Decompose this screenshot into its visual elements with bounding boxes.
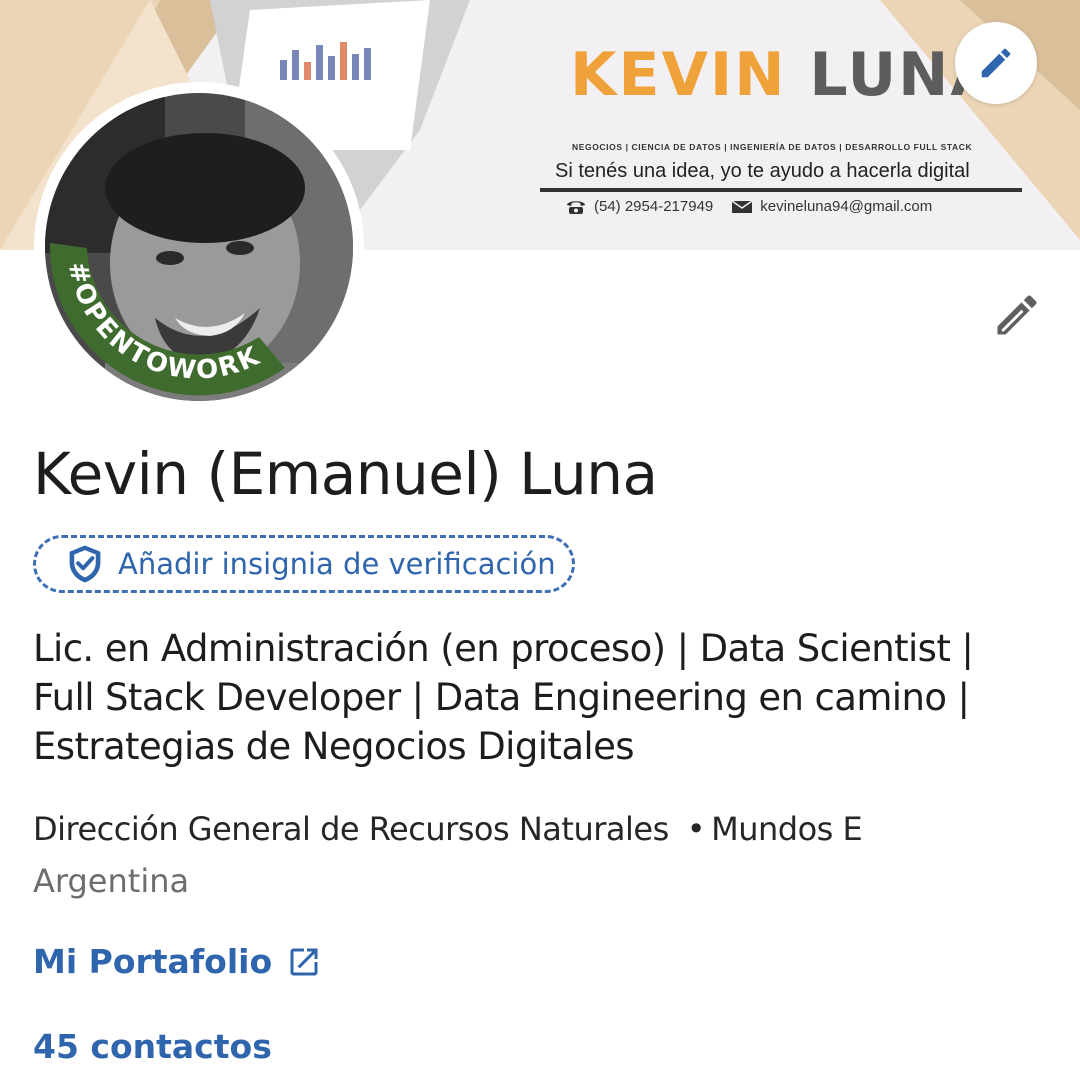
shield-check-icon [66, 544, 104, 584]
company-separator: • [686, 810, 706, 848]
company-name: Dirección General de Recursos Naturales [33, 810, 669, 848]
brand-first-name: KEVIN [570, 40, 787, 110]
company-second: Mundos E [711, 810, 863, 848]
portfolio-link[interactable]: Mi Portafolio [33, 942, 322, 981]
email-address: kevineluna94@gmail.com [760, 198, 933, 215]
profile-name: Kevin (Emanuel) Luna [33, 440, 658, 508]
contacts-count-link[interactable]: 45 contactos [33, 1027, 272, 1066]
phone-icon [565, 199, 587, 215]
profile-company: Dirección General de Recursos Naturales •… [33, 810, 863, 848]
brand-name: KEVIN LUNA [570, 40, 999, 110]
edit-banner-button[interactable] [955, 22, 1037, 104]
profile-avatar[interactable]: #OPENTOWORK [34, 82, 364, 412]
brand-contact: (54) 2954-217949 kevineluna94@gmail.com [565, 198, 932, 215]
open-to-work-badge: #OPENTOWORK [49, 243, 286, 396]
external-link-icon [286, 944, 322, 980]
brand-tagline: NEGOCIOS | CIENCIA DE DATOS | INGENIERÍA… [572, 142, 973, 152]
mail-icon [731, 199, 753, 215]
avatar-photo: #OPENTOWORK [45, 93, 353, 401]
portfolio-label: Mi Portafolio [33, 942, 273, 981]
open-to-work-label: #OPENTOWORK [62, 259, 264, 386]
brand-divider [540, 188, 1022, 192]
verification-label: Añadir insignia de verificación [118, 547, 556, 581]
phone-number: (54) 2954-217949 [594, 198, 714, 215]
add-verification-badge-button[interactable]: Añadir insignia de verificación [33, 535, 575, 593]
pencil-icon [997, 295, 1037, 335]
pencil-icon [981, 48, 1011, 78]
brand-slogan: Si tenés una idea, yo te ayudo a hacerla… [555, 160, 970, 182]
svg-text:#OPENTOWORK: #OPENTOWORK [62, 259, 266, 386]
edit-intro-button[interactable] [985, 283, 1049, 347]
profile-location: Argentina [33, 862, 190, 900]
profile-headline: Lic. en Administración (en proceso) | Da… [33, 627, 974, 768]
